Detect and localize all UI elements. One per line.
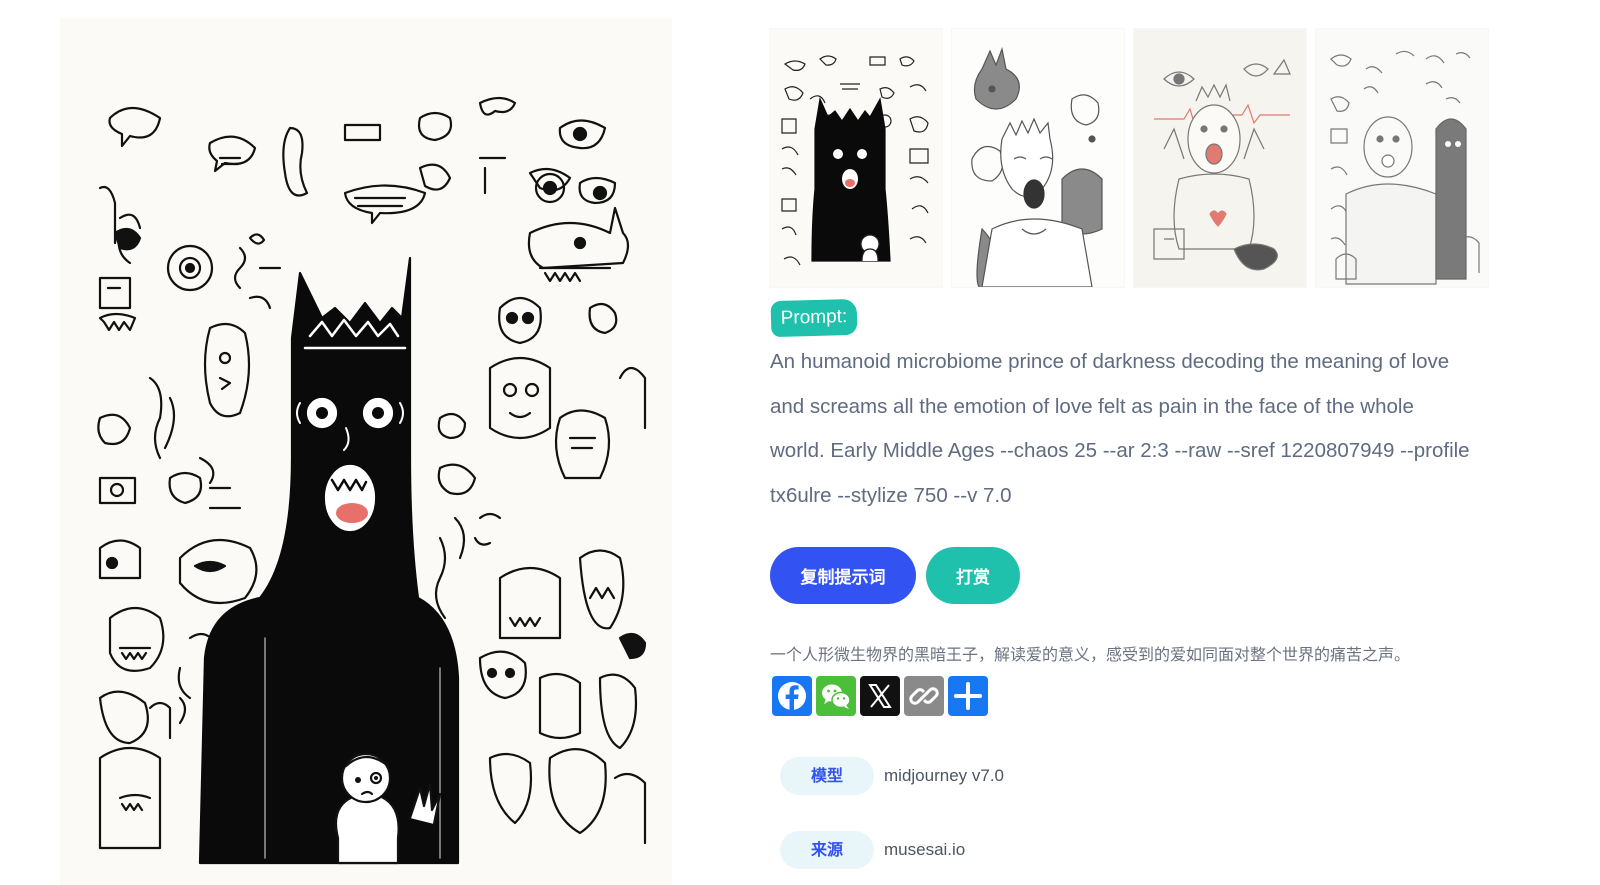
- thumbnail-1[interactable]: [770, 29, 942, 287]
- share-x-button[interactable]: [860, 676, 900, 716]
- share-more-button[interactable]: [948, 676, 988, 716]
- x-icon: [868, 684, 892, 708]
- model-label: 模型: [780, 757, 874, 795]
- copy-link-button[interactable]: [904, 676, 944, 716]
- chinese-description: 一个人形微生物界的黑暗王子，解读爱的意义，感受到的爱如同面对整个世界的痛苦之声。: [770, 645, 1411, 664]
- share-wechat-button[interactable]: [816, 676, 856, 716]
- source-label: 来源: [780, 831, 874, 869]
- copy-prompt-button[interactable]: 复制提示词: [770, 547, 916, 604]
- thumbnail-2[interactable]: [952, 29, 1124, 287]
- facebook-icon: [778, 682, 806, 710]
- model-value: midjourney v7.0: [884, 766, 1005, 785]
- plus-icon: [954, 682, 982, 710]
- link-icon: [909, 687, 939, 705]
- thumbnail-3[interactable]: [1134, 29, 1306, 287]
- main-artwork-image: [60, 18, 672, 885]
- thumbnail-4[interactable]: [1316, 29, 1488, 287]
- tip-button[interactable]: 打赏: [926, 547, 1020, 604]
- prompt-label: Prompt:: [770, 298, 858, 338]
- prompt-text: An humanoid microbiome prince of darknes…: [770, 350, 1470, 507]
- share-facebook-button[interactable]: [772, 676, 812, 716]
- source-value[interactable]: musesai.io: [884, 831, 965, 869]
- wechat-icon: [822, 684, 851, 709]
